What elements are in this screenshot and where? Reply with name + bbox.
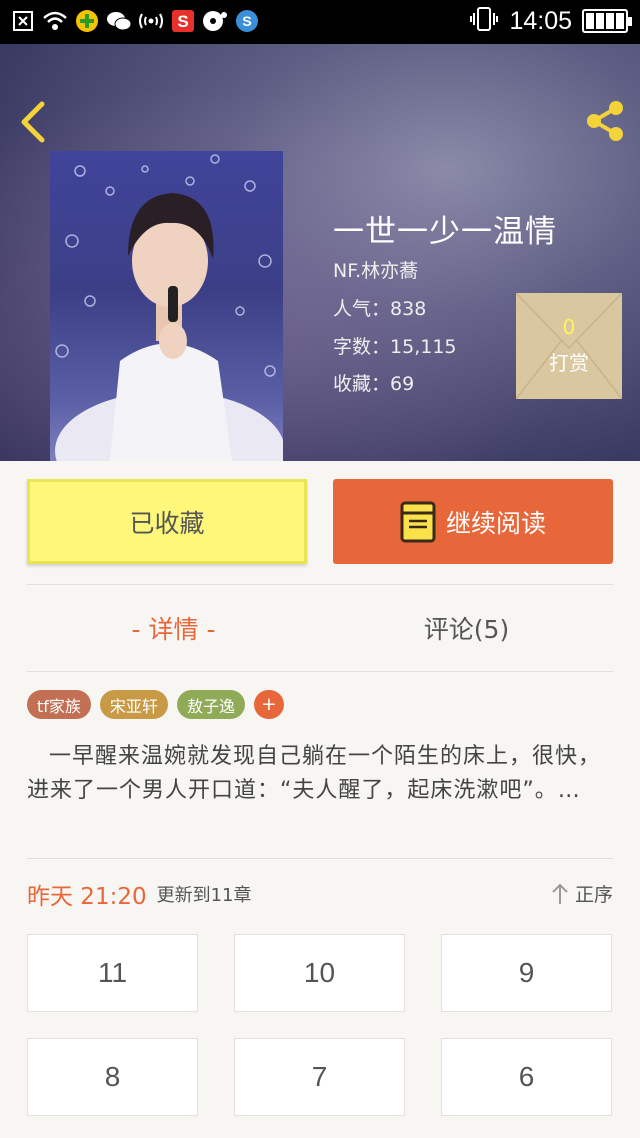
tag-item[interactable]: tf家族: [27, 690, 91, 719]
stat-favorites: 收藏：69: [333, 369, 414, 396]
stat-value: 69: [390, 373, 415, 395]
sort-label: 正序: [574, 884, 613, 906]
update-info: 昨天 21:20 更新到11章 正序: [27, 874, 613, 914]
chapter-item[interactable]: 8: [27, 1038, 198, 1116]
battery-icon: [582, 9, 632, 33]
sogou-icon: S: [170, 8, 196, 34]
tab-comments[interactable]: 评论(5): [320, 606, 613, 650]
divider: [27, 858, 613, 859]
reward-count: 0: [562, 315, 576, 339]
music-icon: [202, 8, 228, 34]
stat-popularity: 人气：838: [333, 294, 426, 321]
app-icon: [74, 8, 100, 34]
stat-word-count: 字数：15,115: [333, 332, 457, 359]
tag-list: tf家族 宋亚轩 敖子逸 +: [27, 690, 284, 719]
chapter-item[interactable]: 7: [234, 1038, 405, 1116]
browser-icon: S: [234, 8, 260, 34]
status-bar: S S 14:05: [0, 0, 640, 44]
stat-value: 838: [390, 298, 427, 320]
book-cover: [50, 151, 283, 461]
divider: [27, 671, 613, 672]
stat-value: 15,115: [390, 336, 457, 358]
tab-details[interactable]: - 详情 -: [27, 606, 320, 650]
sort-button[interactable]: 正序: [551, 880, 613, 907]
chapter-item[interactable]: 6: [441, 1038, 612, 1116]
chevron-left-icon: [21, 101, 45, 143]
reward-button[interactable]: 0 打赏: [516, 293, 622, 399]
stat-label: 字数：: [333, 336, 391, 358]
update-text: 更新到11章: [156, 885, 252, 906]
tag-item[interactable]: 敖子逸: [176, 690, 245, 719]
stat-label: 收藏：: [333, 373, 391, 395]
share-icon: [587, 101, 623, 141]
continue-reading-label: 继续阅读: [445, 508, 546, 538]
vibrate-icon: [469, 6, 499, 36]
stat-label: 人气：: [333, 298, 391, 320]
svg-text:S: S: [177, 12, 188, 31]
svg-text:S: S: [242, 13, 251, 29]
continue-reading-button[interactable]: 继续阅读: [333, 479, 613, 564]
back-button[interactable]: [14, 98, 54, 146]
book-header: 一世一少一温情 NF.林亦蕎 人气：838 字数：15,115 收藏：69 0 …: [0, 44, 640, 461]
reward-label: 打赏: [549, 351, 589, 375]
arrow-up-icon: [552, 883, 568, 904]
chapter-item[interactable]: 9: [441, 934, 612, 1012]
signal-icon: [138, 8, 164, 34]
book-icon: [400, 501, 436, 542]
book-description: 一早醒来温婉就发现自己躺在一个陌生的床上，很快，进来了一个男人开口道：“夫人醒了…: [27, 744, 602, 803]
share-button[interactable]: [580, 96, 630, 146]
status-time: 14:05: [509, 6, 572, 35]
tag-item[interactable]: 宋亚轩: [99, 690, 168, 719]
book-author[interactable]: NF.林亦蕎: [333, 256, 418, 283]
divider: [27, 584, 613, 585]
chapter-grid: 11 10 9 8 7 6: [27, 934, 613, 1116]
chapter-item[interactable]: 11: [27, 934, 198, 1012]
chapter-item[interactable]: 10: [234, 934, 405, 1012]
add-tag-button[interactable]: +: [253, 690, 284, 719]
wechat-icon: [106, 8, 132, 34]
close-box-icon: [10, 8, 36, 34]
wifi-icon: [42, 8, 68, 34]
envelope-icon: [516, 293, 622, 399]
book-title: 一世一少一温情: [333, 214, 557, 250]
collected-button[interactable]: 已收藏: [27, 479, 307, 564]
update-time: 昨天 21:20: [27, 884, 147, 910]
